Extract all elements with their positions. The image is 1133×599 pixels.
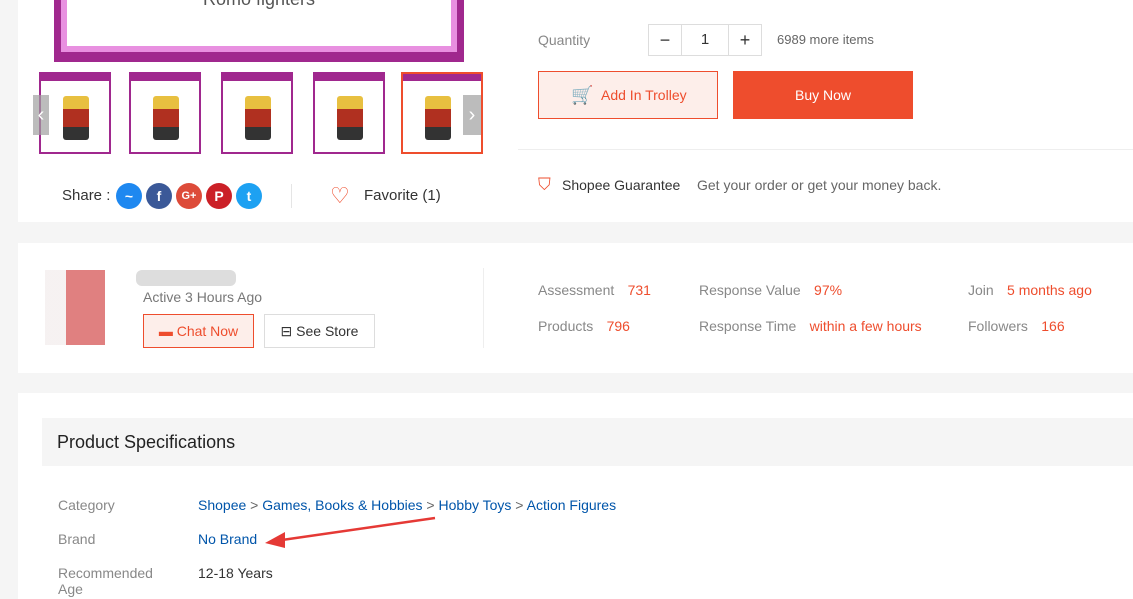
stock-text: 6989 more items [777, 32, 874, 47]
thumbnail[interactable] [39, 72, 111, 154]
shop-name-blurred [136, 270, 236, 286]
brand-label: Brand [58, 531, 96, 547]
specs-header: Product Specifications [42, 418, 1133, 466]
category-label: Category [58, 497, 115, 513]
add-to-trolley-button[interactable]: 🛒 Add In Trolley [538, 71, 718, 119]
thumbnail[interactable] [129, 72, 201, 154]
stat-response-time: Response Time within a few hours [699, 318, 922, 334]
add-to-trolley-label: Add In Trolley [601, 87, 687, 103]
messenger-icon[interactable]: ~ [116, 183, 142, 209]
next-arrow-icon[interactable]: › [463, 95, 481, 135]
facebook-icon[interactable]: f [146, 183, 172, 209]
decrease-button[interactable]: − [649, 25, 681, 55]
specs-title: Product Specifications [57, 432, 236, 452]
divider [291, 184, 292, 208]
stat-followers: Followers 166 [968, 318, 1065, 334]
annotation-arrow-icon [265, 516, 436, 548]
breadcrumb-games[interactable]: Games, Books & Hobbies [262, 497, 422, 513]
category-breadcrumb: Shopee > Games, Books & Hobbies > Hobby … [198, 497, 617, 513]
favorite-button[interactable]: Favorite (1) [364, 187, 441, 204]
age-value: 12-18 Years [198, 565, 273, 581]
main-image-caption: Romo fighters [67, 0, 451, 46]
buy-now-button[interactable]: Buy Now [733, 71, 913, 119]
thumbnail[interactable] [221, 72, 293, 154]
breadcrumb-hobby-toys[interactable]: Hobby Toys [439, 497, 512, 513]
guarantee-text: Get your order or get your money back. [697, 177, 942, 193]
divider [483, 268, 484, 348]
increase-button[interactable]: + [729, 25, 761, 55]
pinterest-icon[interactable]: P [206, 183, 232, 209]
main-image: Romo fighters [54, 0, 464, 62]
shop-card [18, 243, 1133, 373]
heart-icon[interactable]: ♡ [330, 183, 350, 209]
brand-link[interactable]: No Brand [198, 531, 257, 547]
quantity-label: Quantity [538, 32, 591, 48]
cart-icon: 🛒 [571, 85, 594, 105]
google-plus-icon[interactable]: G+ [176, 183, 202, 209]
shield-icon: ⛉ [538, 175, 551, 194]
stat-join: Join 5 months ago [968, 282, 1092, 298]
active-status: Active 3 Hours Ago [143, 289, 263, 305]
breadcrumb-action-figures[interactable]: Action Figures [527, 497, 616, 513]
stat-assessment: Assessment 731 [538, 282, 651, 298]
twitter-icon[interactable]: t [236, 183, 262, 209]
prev-arrow-icon[interactable]: ‹ [33, 95, 49, 135]
store-icon: ⊟ [280, 323, 293, 339]
see-store-button[interactable]: ⊟ See Store [264, 314, 375, 348]
thumbnail[interactable] [313, 72, 385, 154]
stat-response-value: Response Value 97% [699, 282, 843, 298]
chat-now-label: Chat Now [176, 323, 239, 339]
chat-icon: ▬ [158, 323, 173, 339]
divider [518, 149, 1133, 150]
breadcrumb-shopee[interactable]: Shopee [198, 497, 246, 513]
quantity-input[interactable]: 1 [681, 25, 729, 55]
guarantee-title: Shopee Guarantee [562, 177, 681, 193]
chat-now-button[interactable]: ▬ Chat Now [143, 314, 254, 348]
shop-avatar [45, 270, 105, 345]
quantity-stepper: − 1 + [648, 24, 762, 56]
share-label: Share : [62, 187, 111, 204]
stat-products: Products 796 [538, 318, 630, 334]
see-store-label: See Store [296, 323, 359, 339]
age-label: Recommended Age [58, 565, 153, 597]
